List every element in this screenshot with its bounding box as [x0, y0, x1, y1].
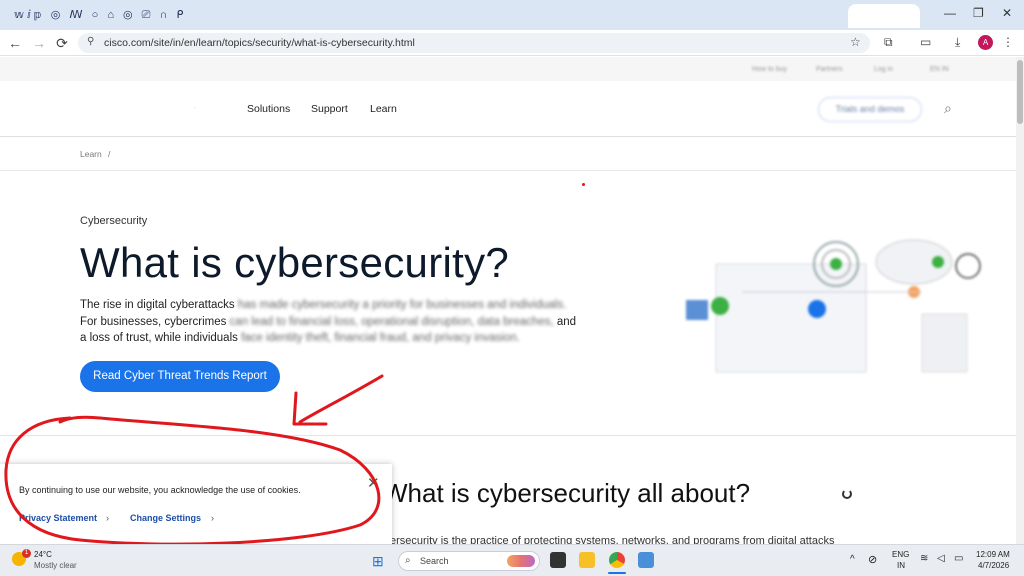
wifi-icon[interactable]: ≋: [920, 553, 928, 564]
search-icon: ⌕: [405, 555, 411, 566]
search-placeholder: Search: [420, 556, 449, 566]
red-annotation-overlay: [4, 374, 384, 546]
volume-icon[interactable]: ◁: [937, 553, 945, 564]
clock-time[interactable]: 12:09 AM: [976, 550, 1010, 559]
battery-icon[interactable]: ▭: [954, 553, 963, 564]
language-line1[interactable]: ENG: [892, 550, 909, 559]
task-view-icon[interactable]: [550, 552, 566, 568]
notepad-icon[interactable]: [638, 552, 654, 568]
file-explorer-icon[interactable]: [579, 552, 595, 568]
language-line2[interactable]: IN: [897, 561, 905, 570]
weather-desc[interactable]: Mostly clear: [34, 561, 77, 570]
show-hidden-icons-chevron-icon[interactable]: ^: [850, 554, 855, 565]
weather-temp[interactable]: 24°C: [34, 550, 52, 559]
location-off-icon[interactable]: ⊘: [868, 553, 877, 566]
windows-taskbar: 1 24°C Mostly clear ⊞ ⌕ Search ^ ⊘ ENG I…: [0, 544, 1024, 576]
taskbar-search[interactable]: ⌕ Search: [398, 551, 540, 571]
notification-badge: 1: [22, 549, 31, 558]
active-app-indicator: [608, 572, 626, 574]
chrome-icon[interactable]: [609, 552, 625, 568]
clock-date[interactable]: 4/7/2026: [978, 561, 1009, 570]
windows-start-icon[interactable]: ⊞: [372, 553, 384, 570]
search-highlight-icon: [507, 555, 535, 567]
